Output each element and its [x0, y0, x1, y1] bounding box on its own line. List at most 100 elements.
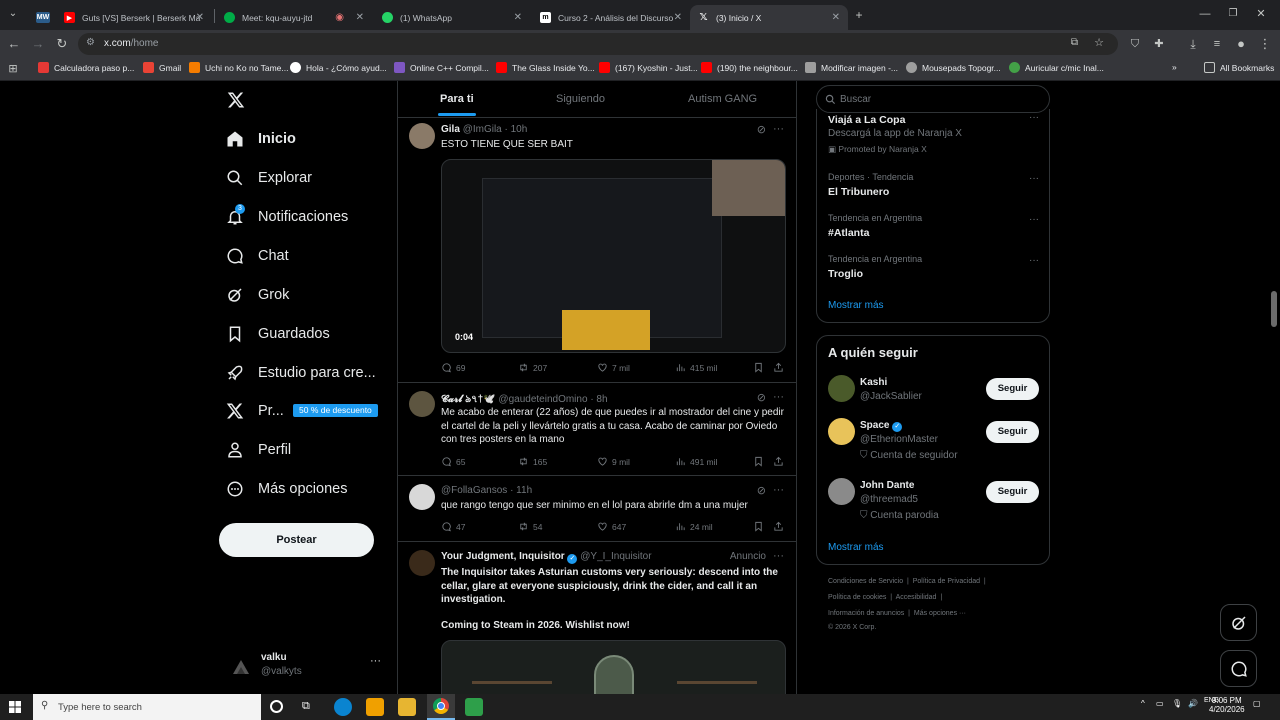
repost-button[interactable]: 207	[518, 362, 547, 373]
author-handle[interactable]: @FollaGansos	[441, 485, 507, 496]
grok-float-button[interactable]	[1220, 604, 1257, 641]
media-icon[interactable]: ≡	[1208, 35, 1226, 53]
tweet-ad[interactable]: Your Judgment, Inquisitor ✓ @Y_I_Inquisi…	[398, 542, 796, 694]
minimize-button[interactable]: —	[1196, 5, 1214, 23]
nav-notifications[interactable]: Notificaciones 3	[226, 202, 348, 232]
tray-overflow-icon[interactable]: ^	[1141, 699, 1145, 708]
author-name[interactable]: Gila	[441, 124, 460, 135]
tab-curso[interactable]: m Curso 2 - Análisis del Discurso ✕	[532, 5, 690, 30]
avatar[interactable]	[409, 123, 435, 149]
taskbar-search-input[interactable]: ⚲ Type here to search	[33, 694, 261, 720]
cortana-icon[interactable]	[270, 700, 283, 713]
avatar[interactable]	[828, 375, 855, 402]
apps-icon[interactable]: ⊞	[4, 60, 22, 78]
user-name-row[interactable]: Space ✓	[860, 420, 903, 432]
more-icon[interactable]: ···	[1029, 173, 1039, 184]
star-icon[interactable]: ☆	[1094, 36, 1104, 49]
trend-title[interactable]: Troglio	[828, 268, 863, 280]
bookmark-item[interactable]: Uchi no Ko no Tame...	[189, 62, 288, 73]
store-icon[interactable]	[366, 698, 384, 716]
grok-icon[interactable]: ⊘	[757, 484, 766, 497]
tab-whatsapp[interactable]: (1) WhatsApp ✕	[374, 5, 530, 30]
bookmark-item[interactable]: Auricular c/mic Inal...	[1009, 62, 1104, 73]
share-button[interactable]	[773, 362, 788, 373]
tab-berserk[interactable]: ▶ Guts [VS] Berserk | Berserk Ma ✕	[56, 5, 212, 30]
repost-button[interactable]: 165	[518, 456, 547, 467]
footer-link[interactable]: Política de cookies	[828, 594, 886, 601]
menu-icon[interactable]: ⋮	[1256, 35, 1274, 53]
share-button[interactable]	[773, 521, 788, 532]
nav-profile[interactable]: Perfil	[226, 435, 291, 465]
tweet[interactable]: @FollaGansos · 11h ··· ⊘ que rango tengo…	[398, 476, 796, 542]
bookmark-button[interactable]	[753, 521, 768, 532]
close-icon[interactable]: ✕	[832, 12, 840, 23]
more-icon[interactable]: ···	[1029, 255, 1039, 266]
more-icon[interactable]: ···	[773, 391, 784, 403]
post-button[interactable]: Postear	[219, 523, 374, 557]
nav-home[interactable]: Inicio	[226, 124, 296, 154]
premium-discount-badge[interactable]: 50 % de descuento	[293, 404, 378, 417]
user-name[interactable]: John Dante	[860, 480, 914, 491]
bookmark-item[interactable]: Modificar imagen -...	[805, 62, 898, 73]
trend-title[interactable]: El Tribunero	[828, 186, 889, 198]
nav-explore[interactable]: Explorar	[226, 163, 312, 193]
author-handle[interactable]: @Y_I_Inquisitor	[580, 551, 651, 562]
bookmark-item[interactable]: Hola - ¿Cómo ayud...	[290, 62, 387, 73]
bookmark-item[interactable]: Online C++ Compil...	[394, 62, 489, 73]
bookmark-button[interactable]	[753, 362, 768, 373]
more-icon[interactable]: ···	[1029, 214, 1039, 225]
bookmark-item[interactable]: Gmail	[143, 62, 181, 73]
nav-premium[interactable]: Pr...	[226, 396, 284, 426]
avatar[interactable]	[409, 550, 435, 576]
show-more-link[interactable]: Mostrar más	[828, 542, 884, 553]
grok-icon[interactable]: ⊘	[757, 391, 766, 404]
tab-meet[interactable]: Meet: kqu-auyu-jtd ◉ ✕	[216, 5, 372, 30]
reply-button[interactable]: 65	[441, 456, 465, 467]
like-button[interactable]: 9 mil	[597, 456, 630, 467]
avatar[interactable]	[409, 484, 435, 510]
profile-icon[interactable]: ●	[1232, 35, 1250, 53]
avatar[interactable]	[828, 418, 855, 445]
bookmark-item[interactable]: Mousepads Topogr...	[906, 62, 1001, 73]
avatar[interactable]	[828, 478, 855, 505]
account-menu-icon[interactable]: ···	[370, 655, 381, 667]
new-tab-button[interactable]: +	[850, 6, 868, 24]
all-bookmarks[interactable]: All Bookmarks	[1204, 62, 1274, 73]
tab-pinned[interactable]: MW	[28, 5, 56, 30]
reply-button[interactable]: 69	[441, 362, 465, 373]
tab-para-ti[interactable]: Para ti	[440, 93, 474, 105]
tweet[interactable]: 𝓒𝓪𝓻𝓵 ঌ৭†🕊️ @gaudeteindOmino · 8h ··· ⊘ M…	[398, 383, 796, 476]
more-icon[interactable]: ···	[773, 484, 784, 496]
views-button[interactable]: 415 mil	[675, 362, 717, 373]
more-icon[interactable]: ···	[773, 550, 784, 562]
download-icon[interactable]: ⤓	[1184, 35, 1202, 53]
tweet-video[interactable]: 0:04	[441, 159, 786, 353]
like-button[interactable]: 647	[597, 521, 626, 532]
trend-title[interactable]: #Atlanta	[828, 227, 869, 239]
tab-x-active[interactable]: 𝕏 (3) Inicio / X ✕	[690, 5, 848, 30]
reply-button[interactable]: 47	[441, 521, 465, 532]
file-explorer-icon[interactable]	[398, 698, 416, 716]
bookmark-item[interactable]: Calculadora paso p...	[38, 62, 134, 73]
clock[interactable]: 9:06 PM 4/20/2026	[1209, 696, 1245, 714]
more-icon[interactable]: ···	[773, 123, 784, 135]
like-button[interactable]: 7 mil	[597, 362, 630, 373]
microphone-icon[interactable]: 🎙	[1172, 699, 1182, 708]
bookmark-item[interactable]: The Glass Inside Yo...	[496, 62, 595, 73]
messages-float-button[interactable]	[1220, 650, 1257, 687]
nav-more[interactable]: Más opciones	[226, 474, 347, 504]
close-icon[interactable]: ✕	[514, 12, 522, 23]
close-icon[interactable]: ✕	[356, 12, 364, 23]
url-input[interactable]: ⚙ x.com/home ⧉ ☆	[78, 33, 1118, 55]
forward-button[interactable]: →	[29, 35, 47, 53]
nav-creator-studio[interactable]: Estudio para cre...	[226, 358, 376, 388]
nav-chat[interactable]: Chat	[226, 241, 289, 271]
author-handle[interactable]: @ImGila	[463, 124, 502, 135]
bookmark-item[interactable]: (167) Kyoshin - Just...	[599, 62, 698, 73]
edge-icon[interactable]	[334, 698, 352, 716]
footer-link[interactable]: Condiciones de Servicio	[828, 578, 903, 585]
tweet[interactable]: Gila @ImGila · 10h ··· ⊘ ESTO TIENE QUE …	[398, 118, 796, 383]
x-logo-icon[interactable]	[227, 91, 245, 109]
notifications-icon[interactable]: ▢	[1253, 699, 1261, 708]
close-icon[interactable]: ✕	[674, 12, 682, 23]
